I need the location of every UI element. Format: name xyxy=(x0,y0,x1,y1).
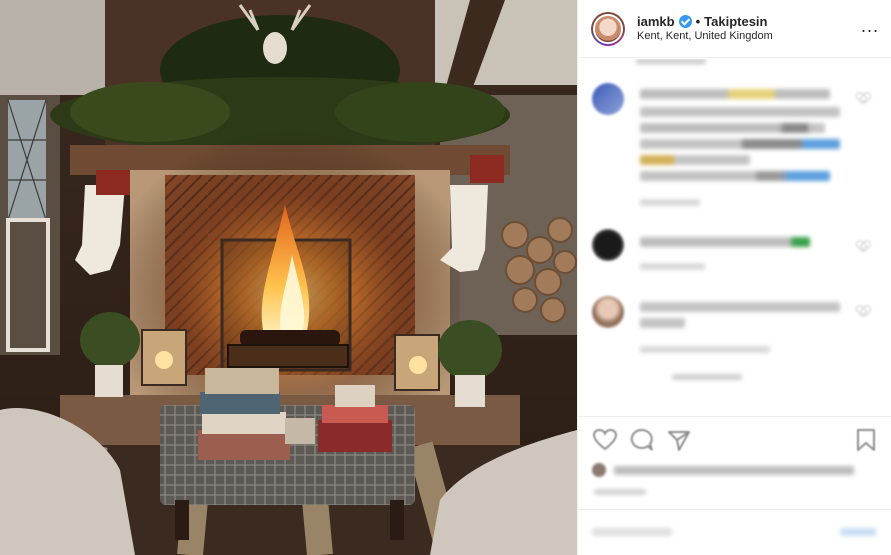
author-line: iamkb • Takiptesin xyxy=(637,14,861,30)
post-header: iamkb • Takiptesin Kent, Kent, United Ki… xyxy=(578,0,891,58)
post-author: iamkb • Takiptesin Kent, Kent, United Ki… xyxy=(637,14,861,44)
post-comment-button xyxy=(840,528,876,536)
location-link[interactable]: Kent, Kent, United Kingdom xyxy=(637,30,861,44)
post-side-panel: iamkb • Takiptesin Kent, Kent, United Ki… xyxy=(577,0,891,555)
comment-item xyxy=(592,83,881,213)
commenter-avatar[interactable] xyxy=(592,229,624,261)
profile-avatar[interactable] xyxy=(591,11,625,46)
commenter-avatar[interactable] xyxy=(592,83,624,115)
follow-separator: • xyxy=(695,13,701,29)
username-link[interactable]: iamkb xyxy=(637,14,675,30)
comment-icon[interactable] xyxy=(628,427,654,453)
add-comment-field[interactable] xyxy=(578,509,891,555)
comment-item xyxy=(592,296,881,386)
follow-status-button[interactable]: Takiptesin xyxy=(704,14,767,30)
post-actions xyxy=(578,416,891,555)
post-photo[interactable] xyxy=(0,0,577,555)
bookmark-icon[interactable] xyxy=(853,427,879,453)
action-icons-row xyxy=(592,425,881,455)
heart-icon[interactable] xyxy=(592,427,618,453)
comments-list[interactable] xyxy=(578,59,891,416)
share-icon[interactable] xyxy=(666,427,692,453)
post-date xyxy=(594,489,646,495)
liked-by-line[interactable] xyxy=(592,461,871,479)
fireplace-photo xyxy=(0,0,577,555)
verified-badge-icon xyxy=(678,15,692,29)
commenter-avatar[interactable] xyxy=(592,296,624,328)
comment-overflow-tail xyxy=(592,59,881,69)
more-options-icon[interactable]: ... xyxy=(861,17,879,35)
comment-item xyxy=(592,229,881,281)
